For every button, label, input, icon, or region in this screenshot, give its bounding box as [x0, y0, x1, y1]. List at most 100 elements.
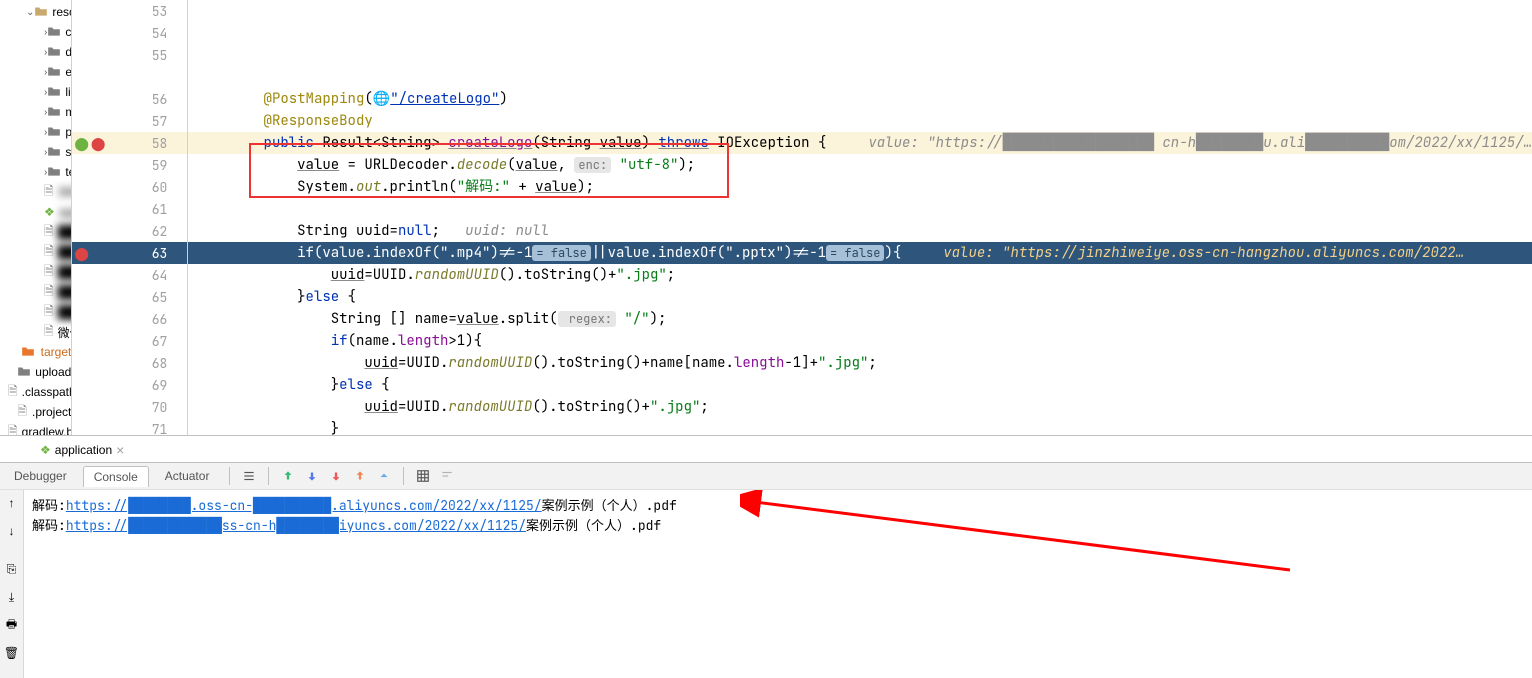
tree-label: ████████████ml1: [58, 285, 73, 299]
debug-tool-window: ❖ application × Debugger Console Actuato…: [0, 435, 1532, 678]
folder-icon: [34, 5, 48, 20]
settings-icon[interactable]: [240, 467, 258, 485]
folder-icon: [47, 85, 61, 100]
wrap-icon[interactable]: [438, 467, 456, 485]
run-tab-application[interactable]: ❖ application ×: [34, 438, 130, 462]
upload-icon[interactable]: [351, 467, 369, 485]
tree-item[interactable]: 🗎.classpath: [0, 382, 71, 402]
tree-item[interactable]: 🗎gradlew.bat: [0, 422, 71, 435]
tree-item[interactable]: ›mapper: [0, 102, 71, 122]
tree-label: 36695█████████1x.com.jks: [58, 185, 73, 199]
inline-hint: value: "https://jinzhiweiye.oss-cn-hangz…: [943, 244, 1464, 262]
trash-icon[interactable]: 🗑: [3, 644, 21, 662]
line-number: 66: [72, 308, 187, 330]
down-arrow-icon[interactable]: ↓: [3, 522, 21, 540]
tree-item[interactable]: ›link: [0, 82, 71, 102]
tree-item[interactable]: ›static: [0, 142, 71, 162]
method-name: createLogo: [448, 134, 532, 152]
tab-console[interactable]: Console: [83, 466, 149, 487]
tree-label: mapper: [65, 105, 72, 119]
tree-item[interactable]: target: [0, 342, 71, 362]
breakpoint-icon[interactable]: ⬤: [74, 245, 89, 262]
spring-icon: ❖: [40, 443, 51, 457]
download-icon[interactable]: [303, 467, 321, 485]
tree-label: docker: [65, 45, 72, 59]
selected-line[interactable]: if(value.indexOf(".mp4")!=-1= false||val…: [188, 242, 1532, 264]
tree-item[interactable]: 🗎 ████████████nl: [0, 262, 71, 282]
folder-icon: [47, 125, 61, 140]
line-number: 62: [72, 220, 187, 242]
tree-label: .classpath: [22, 385, 73, 399]
line-number: 68: [72, 352, 187, 374]
tree-label: ███████████: [58, 225, 73, 239]
gutter-icon[interactable]: ⬤: [74, 135, 89, 152]
tree-label: templa: [65, 165, 72, 179]
file-icon: 🗎: [44, 302, 54, 323]
tree-item[interactable]: 🗎█████████on: [0, 242, 71, 262]
tree-item[interactable]: ›public: [0, 122, 71, 142]
tree-label: ████████████nl: [58, 265, 73, 279]
editor-gutter: 5354555657⬤⬤5859606162⬤63646566676869707…: [72, 0, 188, 435]
line-number: 65: [72, 286, 187, 308]
console-link[interactable]: https://████████.oss-cn-██████████.aliyu…: [66, 497, 542, 514]
line-number: 56: [72, 88, 187, 110]
tree-item[interactable]: 🗎 ████████████ml1: [0, 282, 71, 302]
tree-item[interactable]: ›templa: [0, 162, 71, 182]
line-number: 61: [72, 198, 187, 220]
line-number: 71: [72, 418, 187, 440]
tree-item[interactable]: ⌄resources: [0, 2, 71, 22]
tab-actuator[interactable]: Actuator: [155, 466, 220, 486]
line-number: 57: [72, 110, 187, 132]
tree-item[interactable]: 🗎████████ring.xml: [0, 302, 71, 322]
folder-icon: [47, 45, 61, 60]
tab-debugger[interactable]: Debugger: [4, 466, 77, 486]
inline-hint: uuid: null: [465, 222, 549, 240]
tree-item[interactable]: 🗎███████████: [0, 222, 71, 242]
folder-icon: [47, 145, 61, 160]
export-icon[interactable]: [279, 467, 297, 485]
tree-item[interactable]: ›config: [0, 22, 71, 42]
file-icon: 🗎: [44, 182, 54, 203]
tree-label: public: [65, 125, 72, 139]
download-icon[interactable]: [327, 467, 345, 485]
line-number: 59: [72, 154, 187, 176]
file-icon: 🗎: [44, 282, 54, 303]
line-number: [72, 66, 187, 88]
tree-label: link: [65, 85, 72, 99]
table-icon[interactable]: [414, 467, 432, 485]
tree-label: gradlew.bat: [22, 425, 73, 435]
close-icon[interactable]: ×: [116, 442, 124, 458]
project-tree[interactable]: ⌄resources›config›docker›easypoi›link›ma…: [0, 0, 72, 435]
tree-label: resources: [52, 5, 72, 19]
folder-icon: [21, 345, 36, 360]
line-number: 67: [72, 330, 187, 352]
line-number: ⬤63: [72, 242, 187, 264]
tree-item[interactable]: upload: [0, 362, 71, 382]
tree-item[interactable]: ›docker: [0, 42, 71, 62]
tree-label: app████████: [59, 205, 73, 219]
filter-icon[interactable]: ⎘: [3, 560, 21, 578]
folder-icon: [47, 65, 61, 80]
tree-item[interactable]: 🗎.project: [0, 402, 71, 422]
tree-item[interactable]: ›easypoi: [0, 62, 71, 82]
tree-item[interactable]: 🗎微信截图_20220325154500.png: [0, 322, 71, 342]
code-editor[interactable]: @PostMapping(🌐"/createLogo") @ResponseBo…: [188, 0, 1532, 435]
console-link[interactable]: https://████████████ss-cn-h████████iyunc…: [66, 517, 526, 534]
line-number: 64: [72, 264, 187, 286]
console-output[interactable]: 解码:https://████████.oss-cn-██████████.al…: [24, 490, 1532, 678]
print-icon[interactable]: 🖶: [3, 616, 21, 634]
folder-icon: [17, 365, 31, 380]
scroll-icon[interactable]: ⤓: [3, 588, 21, 606]
tree-item[interactable]: 🗎 36695█████████1x.com.jks: [0, 182, 71, 202]
up-arrow-icon[interactable]: ↑: [3, 494, 21, 512]
up-icon[interactable]: [375, 467, 393, 485]
tree-label: █████████on: [58, 245, 73, 259]
file-icon: 🗎: [44, 262, 54, 283]
tree-label: 微信截图_20220325154500.png: [58, 324, 73, 341]
gutter-icon[interactable]: ⬤: [91, 135, 106, 152]
inline-hint: value: "https://██████████████████ cn-h█…: [868, 134, 1532, 152]
tree-item[interactable]: ❖app████████: [0, 202, 71, 222]
annotation: @ResponseBody: [264, 112, 373, 130]
tree-label: .project: [32, 405, 71, 419]
line-number: ⬤⬤58: [72, 132, 187, 154]
